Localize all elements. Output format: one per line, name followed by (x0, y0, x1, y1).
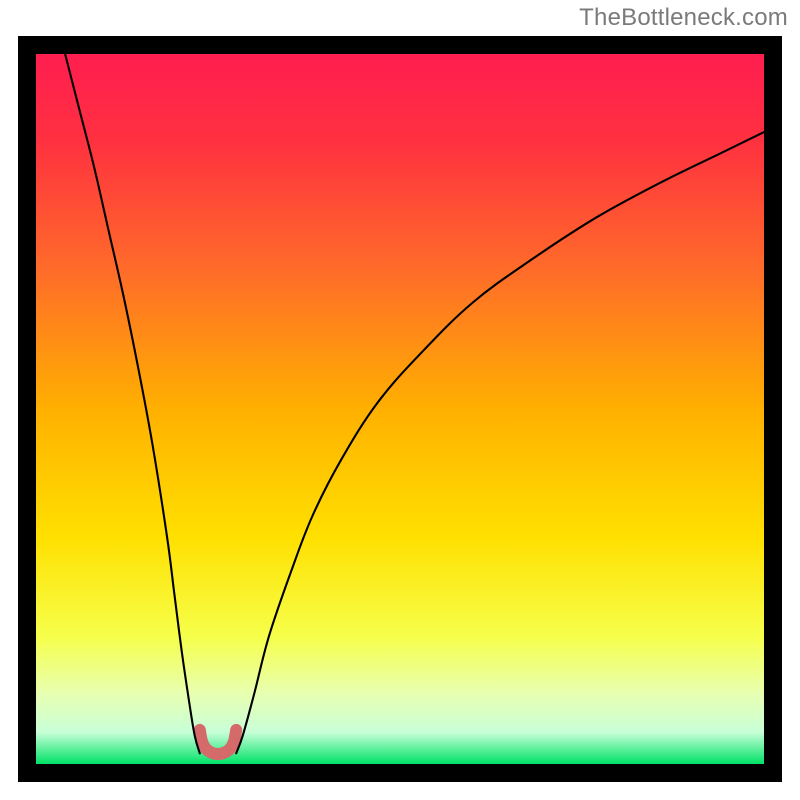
chart-frame: TheBottleneck.com (0, 0, 800, 800)
watermark-text: TheBottleneck.com (579, 4, 788, 32)
bottleneck-chart (36, 54, 764, 764)
